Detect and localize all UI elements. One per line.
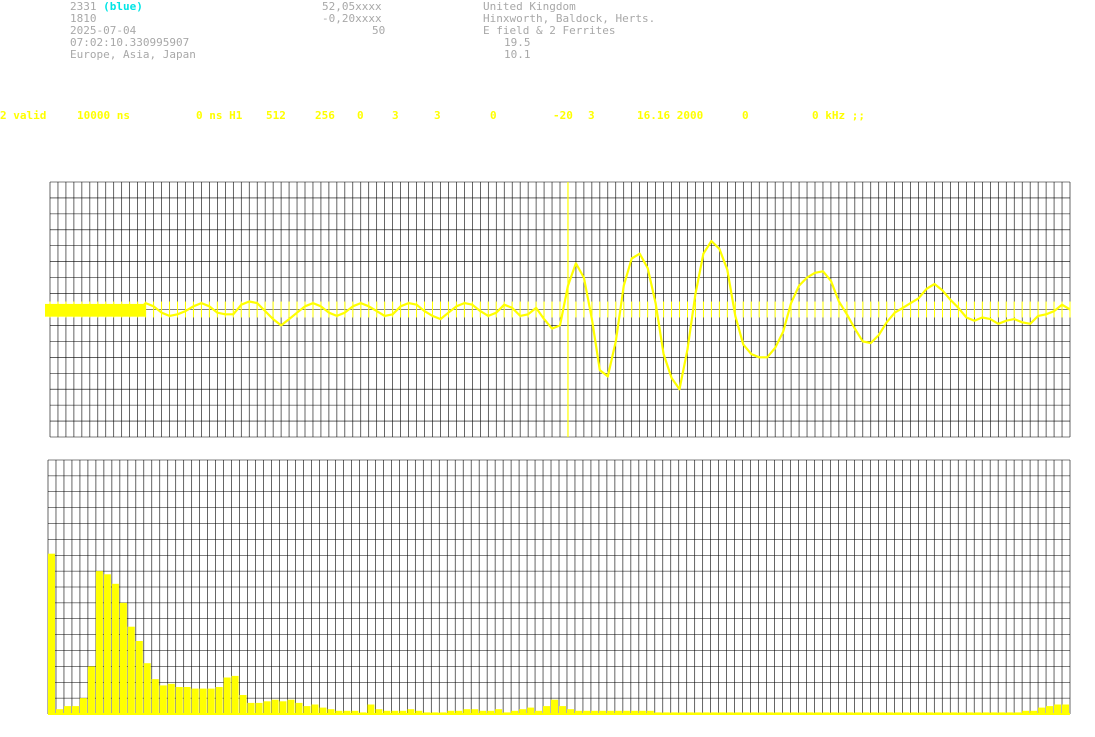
spectrum-bar [247, 702, 255, 714]
spectrum-bar [72, 706, 79, 714]
spectrum-bar [143, 663, 151, 714]
spectrum-bar [239, 695, 247, 715]
spectrum-bar [151, 679, 159, 714]
spectrum-bar [551, 699, 558, 714]
spectrum-bar [199, 688, 207, 714]
spectrum-bar [64, 706, 71, 714]
spectrum-bar [255, 702, 263, 714]
spectrum-bar [48, 553, 55, 714]
spectrum-bar [263, 701, 271, 714]
spectrum-bar [87, 666, 95, 714]
spectrum-bar [271, 699, 279, 714]
waveform-chart [45, 181, 1071, 438]
spectrum-bar [287, 699, 295, 714]
spectrum-bar [127, 626, 135, 714]
spectrum-bar [167, 683, 175, 714]
spectrum-bar [559, 706, 566, 714]
spectrum-bar [111, 583, 119, 714]
spectrum-bar [311, 704, 319, 714]
spectrum-bar [159, 685, 167, 714]
spectrum-bar [367, 704, 375, 714]
spectrum-bar [303, 706, 311, 714]
spectrum-bar [1046, 706, 1053, 714]
spectrum-bar [279, 701, 287, 714]
spectrum-bar [231, 675, 239, 714]
spectrum-bar [103, 574, 111, 714]
spectrum-bar [135, 641, 143, 714]
spectrum-bar [175, 687, 183, 714]
spectrum-bar [215, 687, 223, 714]
spectrum-bar [295, 702, 303, 714]
spectrum-bar [191, 688, 199, 714]
spectrum-bar [79, 698, 87, 714]
spectrum-chart [47, 459, 1071, 715]
spectrum-grid [47, 459, 1071, 715]
charts-canvas [45, 181, 1071, 715]
spectrum-bar [95, 571, 103, 714]
spectrum-bar [543, 706, 550, 714]
spectrum-bar [207, 688, 215, 714]
spectrum-bar [223, 677, 231, 714]
spectrum-bar [1054, 704, 1061, 714]
spectrum-bar [119, 602, 127, 714]
spectrum-bar [1062, 704, 1069, 714]
spectrum-bar [183, 687, 191, 714]
